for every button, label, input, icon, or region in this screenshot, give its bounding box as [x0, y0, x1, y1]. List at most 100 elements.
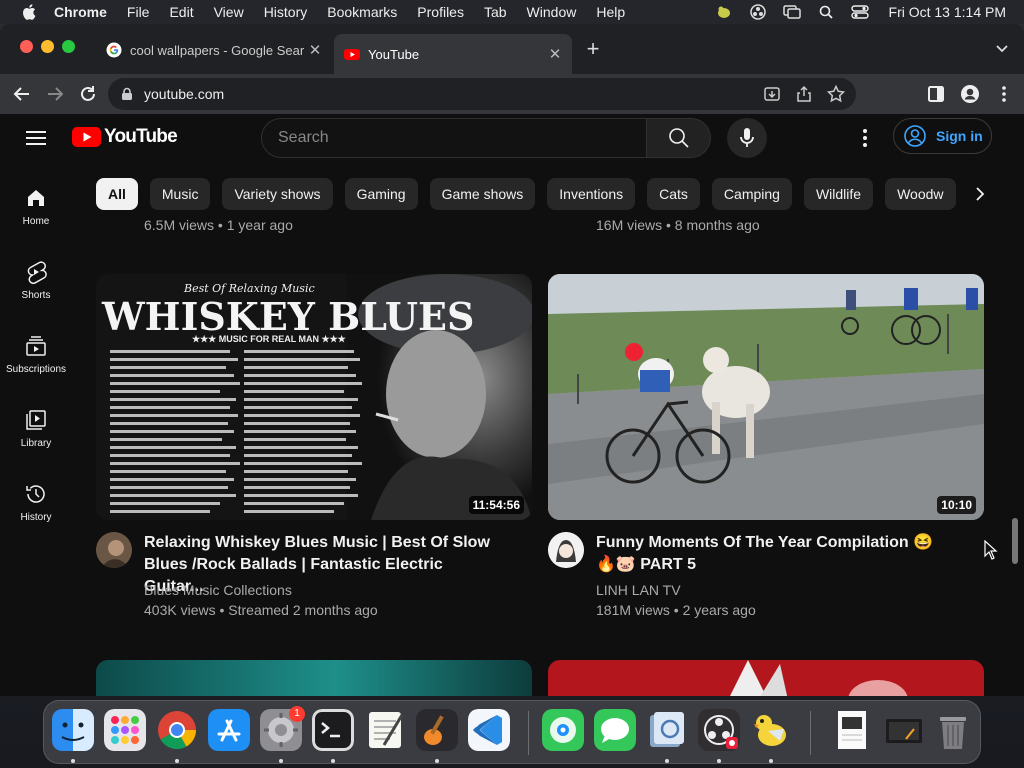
tab-search-chevron-icon[interactable] [994, 40, 1010, 56]
chip-woodworking[interactable]: Woodw [885, 178, 956, 210]
video-metadata: 181M views • 2 years ago [596, 602, 756, 618]
guide-item-home[interactable]: Home [0, 170, 72, 244]
menu-bookmarks[interactable]: Bookmarks [327, 4, 397, 20]
menu-profiles[interactable]: Profiles [417, 4, 464, 20]
guide-item-library[interactable]: Library [0, 392, 72, 466]
chip-wildlife[interactable]: Wildlife [803, 178, 874, 210]
tab-title: YouTube [368, 46, 420, 62]
obs-menu-icon[interactable] [749, 4, 767, 20]
share-icon[interactable] [794, 84, 814, 104]
chip-inventions[interactable]: Inventions [547, 178, 636, 210]
chip-music[interactable]: Music [149, 178, 211, 210]
video-thumbnail[interactable] [96, 660, 532, 696]
search-button[interactable] [647, 118, 711, 158]
guide-item-label: History [20, 512, 52, 523]
chip-camping[interactable]: Camping [711, 178, 792, 210]
video-thumbnail[interactable]: 10:10 [548, 274, 984, 520]
cyberduck-icon[interactable] [750, 709, 792, 751]
minimize-window-button[interactable] [41, 40, 54, 53]
menu-window[interactable]: Window [527, 4, 577, 20]
trash-icon[interactable] [932, 709, 974, 751]
menu-edit[interactable]: Edit [169, 4, 193, 20]
sign-in-button[interactable]: Sign in [893, 118, 992, 154]
chrome-menu-icon[interactable] [994, 83, 1014, 105]
profile-icon[interactable] [960, 83, 980, 105]
control-center-icon[interactable] [850, 5, 869, 19]
garageband-icon[interactable] [416, 709, 458, 751]
back-button[interactable] [11, 83, 33, 105]
side-panel-icon[interactable] [926, 83, 946, 105]
channel-name[interactable]: LINH LAN TV [596, 582, 681, 598]
dock-separator [528, 711, 529, 755]
mouse-cursor-icon [984, 540, 998, 560]
video-title[interactable]: Funny Moments Of The Year Compilation 😆🔥… [596, 532, 946, 576]
menu-tab[interactable]: Tab [484, 4, 507, 20]
guide-item-history[interactable]: History [0, 466, 72, 540]
menu-view[interactable]: View [214, 4, 244, 20]
app-store-icon[interactable] [208, 709, 250, 751]
obs-icon[interactable] [698, 709, 740, 751]
settings-menu-icon[interactable] [856, 128, 874, 148]
cyberduck-menu-icon[interactable] [715, 5, 733, 19]
channel-name[interactable]: Blues Music Collections [144, 582, 292, 598]
menu-app-chrome[interactable]: Chrome [54, 4, 107, 20]
launchpad-icon[interactable] [104, 709, 146, 751]
apple-icon[interactable] [18, 4, 40, 20]
lock-icon[interactable] [120, 87, 134, 101]
reload-button[interactable] [77, 83, 99, 105]
close-tab-icon[interactable]: ✕ [546, 45, 564, 63]
video-thumbnail[interactable]: Best Of Relaxing Music WHISKEY BLUES ★★★… [96, 274, 532, 520]
terminal-icon[interactable] [312, 709, 354, 751]
find-my-icon[interactable] [542, 709, 584, 751]
spotlight-search-icon[interactable] [817, 5, 835, 19]
menu-file[interactable]: File [127, 4, 150, 20]
install-app-icon[interactable] [762, 84, 782, 104]
chip-game-shows[interactable]: Game shows [429, 178, 536, 210]
menubar-clock[interactable]: Fri Oct 13 1:14 PM [889, 4, 1006, 20]
forward-button[interactable] [44, 83, 66, 105]
running-indicator [665, 759, 669, 763]
close-tab-icon[interactable]: ✕ [306, 41, 324, 59]
menu-help[interactable]: Help [596, 4, 625, 20]
youtube-logo[interactable]: YouTube [72, 126, 178, 148]
chip-cats[interactable]: Cats [647, 178, 700, 210]
zoom-window-button[interactable] [62, 40, 75, 53]
tab-youtube[interactable]: YouTube ✕ [334, 34, 572, 74]
chips-next-button[interactable] [966, 178, 994, 210]
page-scrollbar[interactable] [1012, 518, 1018, 564]
search-box: Search [261, 118, 711, 158]
screenshot-file-icon[interactable] [832, 709, 874, 751]
search-icon [668, 128, 689, 148]
messages-icon[interactable] [594, 709, 636, 751]
youtube-page: YouTube Search Sign in Home Shorts Subsc… [0, 114, 1024, 696]
new-tab-button[interactable]: + [582, 38, 604, 60]
finder-icon[interactable] [52, 709, 94, 751]
search-input[interactable]: Search [261, 118, 647, 158]
address-bar[interactable]: youtube.com [108, 78, 856, 110]
channel-avatar[interactable] [548, 532, 584, 568]
running-indicator [279, 759, 283, 763]
chip-all[interactable]: All [96, 178, 138, 210]
screen-mirroring-icon[interactable] [782, 5, 801, 19]
youtube-wordmark: YouTube [104, 126, 178, 147]
menu-history[interactable]: History [264, 4, 308, 20]
tab-google-search[interactable]: cool wallpapers - Google Sear ✕ [96, 34, 332, 66]
running-indicator [71, 759, 75, 763]
textedit-icon[interactable] [364, 709, 406, 751]
voice-search-button[interactable] [727, 118, 767, 158]
tab-title: cool wallpapers - Google Sear [130, 42, 305, 58]
chip-variety-shows[interactable]: Variety shows [222, 178, 333, 210]
video-thumbnail[interactable] [548, 660, 984, 696]
guide-item-subscriptions[interactable]: Subscriptions [0, 318, 72, 392]
chrome-icon[interactable] [156, 709, 198, 751]
bookmark-star-icon[interactable] [826, 84, 846, 104]
guide-menu-icon[interactable] [26, 128, 46, 148]
channel-avatar[interactable] [96, 532, 132, 568]
chip-gaming[interactable]: Gaming [344, 178, 418, 210]
youtube-masthead: YouTube Search Sign in [0, 114, 1024, 162]
screen-recording-file-icon[interactable] [884, 709, 926, 751]
close-window-button[interactable] [20, 40, 33, 53]
vscode-icon[interactable] [468, 709, 510, 751]
guide-item-shorts[interactable]: Shorts [0, 244, 72, 318]
preview-icon[interactable] [646, 709, 688, 751]
